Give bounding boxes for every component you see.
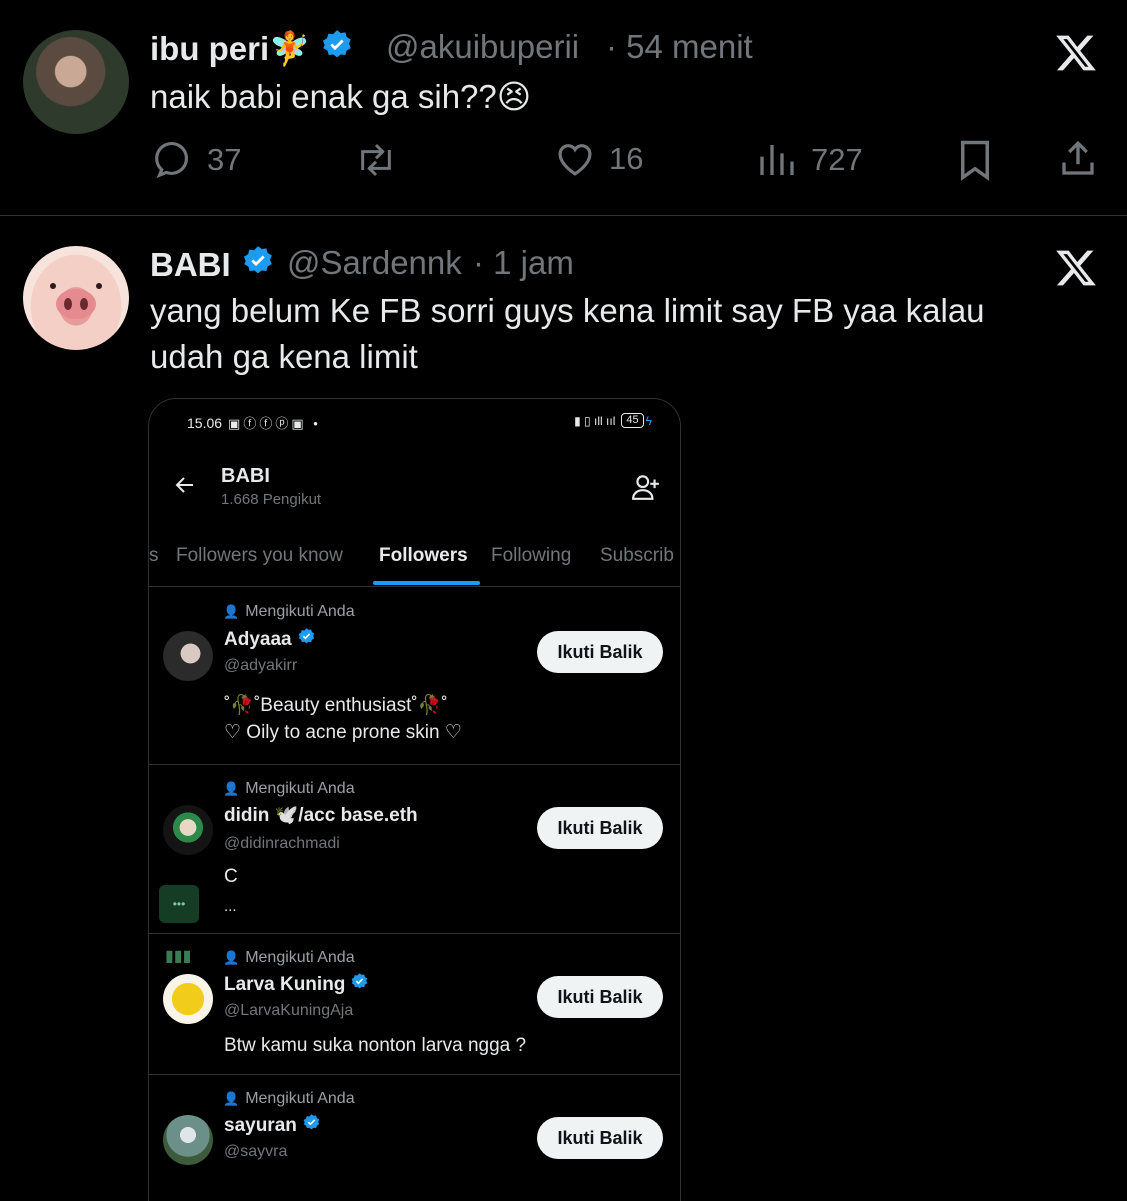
- notification-icons: ▣ⓕⓕⓟ▣ •: [228, 416, 321, 431]
- verified-badge-icon: [302, 1113, 321, 1138]
- follower-bio: ...: [224, 898, 237, 915]
- bookmark-button[interactable]: [957, 139, 993, 181]
- avatar[interactable]: [163, 974, 213, 1024]
- person-icon: 👤: [223, 950, 240, 965]
- verified-badge-icon: [241, 244, 275, 286]
- views-button[interactable]: 727: [757, 140, 863, 180]
- profile-tabs: s Followers you know Followers Following…: [149, 545, 680, 585]
- tweet-text: yang belum Ke FB sorri guys kena limit s…: [150, 292, 985, 375]
- avatar[interactable]: [163, 1115, 213, 1165]
- tweet-time[interactable]: · 1 jam: [473, 244, 574, 282]
- follower-row[interactable]: 👤 Mengikuti Anda sayuran @sayvra Ikuti B…: [149, 1075, 680, 1195]
- verified-badge-icon: [350, 972, 369, 997]
- follow-back-button[interactable]: Ikuti Balik: [537, 631, 663, 673]
- verified-badge-icon: [320, 28, 354, 70]
- add-user-icon[interactable]: [631, 473, 661, 506]
- more-icon[interactable]: •••: [159, 885, 199, 923]
- avatar[interactable]: [163, 805, 213, 855]
- follow-back-button[interactable]: Ikuti Balik: [537, 976, 663, 1018]
- back-arrow-icon[interactable]: [173, 473, 197, 502]
- follow-back-button[interactable]: Ikuti Balik: [537, 807, 663, 849]
- follower-bio: ♡ Oily to acne prone skin ♡: [224, 722, 462, 743]
- follower-bio: ˚🥀˚Beauty enthusiast˚🥀˚: [224, 695, 448, 716]
- tweet-divider: [0, 215, 1127, 216]
- follower-name[interactable]: Larva Kuning: [224, 972, 369, 997]
- nav-bars-icon: ▮▮▮: [165, 948, 192, 965]
- retweet-button[interactable]: [353, 140, 399, 180]
- bookmark-icon: [957, 139, 993, 181]
- follows-you-label: 👤 Mengikuti Anda: [223, 1090, 355, 1107]
- heart-icon: [553, 138, 597, 180]
- follower-name[interactable]: Adyaaa: [224, 627, 316, 652]
- tab-followers[interactable]: Followers: [379, 545, 468, 567]
- follower-handle[interactable]: @didinrachmadi: [224, 835, 340, 853]
- profile-title: BABI: [221, 465, 270, 487]
- author-name[interactable]: BABI: [150, 244, 275, 286]
- follower-name[interactable]: sayuran: [224, 1113, 321, 1138]
- follows-you-label: 👤 Mengikuti Anda: [223, 780, 355, 797]
- x-logo-icon[interactable]: [1053, 31, 1099, 80]
- follower-name[interactable]: didin 🕊️/acc base.eth: [224, 803, 418, 827]
- follower-bio: Btw kamu suka nonton larva ngga ?: [224, 1035, 527, 1056]
- person-icon: 👤: [223, 1091, 240, 1106]
- tab-followers-you-know[interactable]: Followers you know: [176, 545, 343, 567]
- follower-handle[interactable]: @LarvaKuningAja: [224, 1002, 353, 1020]
- tweet-time[interactable]: · 54 menit: [606, 28, 753, 66]
- status-bar-right: ▮ ▯ ıll ııl 45 ϟ: [574, 413, 652, 428]
- avatar[interactable]: [23, 246, 129, 350]
- tab-following[interactable]: Following: [491, 545, 571, 567]
- tweet-text: naik babi enak ga sih??😣: [150, 78, 532, 115]
- reply-icon: [153, 139, 195, 181]
- share-button[interactable]: [1057, 137, 1099, 181]
- signal-icon: ▮ ▯ ıll ııl: [574, 413, 616, 428]
- verified-badge-icon: [297, 627, 316, 652]
- avatar[interactable]: [163, 631, 213, 681]
- person-icon: 👤: [223, 781, 240, 796]
- follower-row[interactable]: 👤 Mengikuti Anda ▮▮▮ Larva Kuning @Larva…: [149, 934, 680, 1075]
- follower-row[interactable]: 👤 Mengikuti Anda didin 🕊️/acc base.eth @…: [149, 765, 680, 934]
- attached-screenshot[interactable]: 15.06 ▣ⓕⓕⓟ▣ • ▮ ▯ ıll ııl 45 ϟ BABI 1.66…: [148, 398, 681, 1201]
- follower-count: 1.668 Pengikut: [221, 491, 322, 508]
- follows-you-label: 👤 Mengikuti Anda: [223, 603, 355, 620]
- share-icon: [1057, 137, 1099, 181]
- analytics-icon: [757, 140, 797, 180]
- follower-handle[interactable]: @adyakirr: [224, 657, 297, 675]
- active-tab-indicator: [373, 581, 480, 585]
- reply-button[interactable]: 37: [153, 139, 241, 181]
- person-icon: 👤: [223, 604, 240, 619]
- avatar[interactable]: [23, 30, 129, 134]
- follows-you-label: 👤 Mengikuti Anda: [223, 949, 355, 966]
- tab-partial[interactable]: s: [149, 545, 159, 567]
- follower-row[interactable]: 👤 Mengikuti Anda Adyaaa @adyakirr ˚🥀˚Bea…: [149, 587, 680, 765]
- retweet-icon: [353, 140, 399, 180]
- x-logo-icon[interactable]: [1053, 246, 1099, 295]
- like-button[interactable]: 16: [553, 138, 643, 180]
- tab-subscriptions[interactable]: Subscrib: [600, 545, 674, 567]
- pig-face-icon: [50, 283, 102, 319]
- author-name[interactable]: ibu peri🧚: [150, 28, 354, 70]
- author-handle[interactable]: @akuibuperii: [386, 28, 579, 66]
- follower-bio: C: [224, 866, 238, 887]
- tweet-1[interactable]: ibu peri🧚 @akuibuperii · 54 menit naik b…: [0, 0, 1127, 215]
- follow-back-button[interactable]: Ikuti Balik: [537, 1117, 663, 1159]
- battery-icon: 45 ϟ: [621, 413, 652, 428]
- author-handle[interactable]: @Sardennk: [287, 244, 462, 282]
- status-bar-left: 15.06 ▣ⓕⓕⓟ▣ •: [187, 414, 321, 432]
- follower-handle[interactable]: @sayvra: [224, 1143, 287, 1161]
